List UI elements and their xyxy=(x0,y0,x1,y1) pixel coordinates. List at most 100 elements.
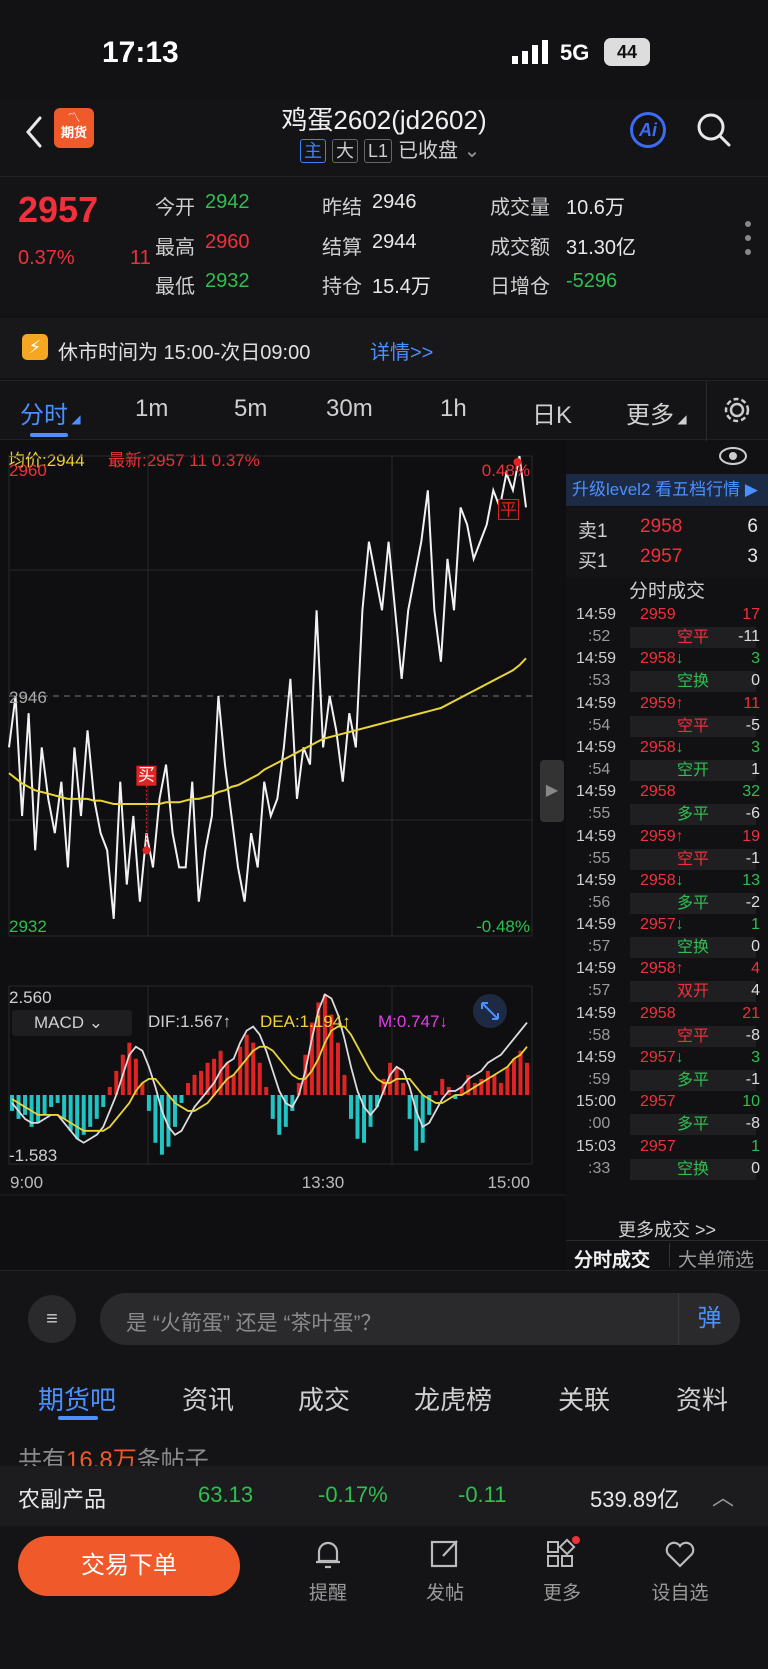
tab-profile[interactable]: 资料 xyxy=(676,1380,728,1417)
macd-bar xyxy=(505,1066,510,1095)
tab-daily-k[interactable]: 日K xyxy=(532,395,572,430)
intraday-chart[interactable]: 2960 2946 2932 0.48% -0.48% 买 平 2.560 -1.583 9:00… xyxy=(0,440,566,1270)
macd-bar xyxy=(348,1095,353,1119)
signal-icon xyxy=(512,40,550,69)
eye-icon xyxy=(719,447,747,465)
tab-intraday[interactable]: 分时 ◢ xyxy=(20,395,81,430)
trades-title: 分时成交 xyxy=(628,581,705,602)
trade-seconds: :33 xyxy=(588,1159,611,1177)
trade-price: 2959 xyxy=(640,606,708,624)
macd-bar xyxy=(62,1095,67,1119)
search-button[interactable] xyxy=(696,112,732,153)
trade-open-interest-change: 0 xyxy=(751,672,760,690)
macd-bar xyxy=(192,1074,197,1095)
trade-time: 14:59 xyxy=(576,606,617,623)
tab-time-sales[interactable]: 分时成交 xyxy=(574,1245,650,1272)
comment-input[interactable]: 是 “火箭蛋” 还是 “茶叶蛋”？ 弹 xyxy=(100,1293,740,1345)
trade-time: 14:59 xyxy=(576,871,617,889)
heart-icon xyxy=(665,1541,695,1568)
sector-bar[interactable]: 农副产品 63.13 -0.17% -0.11 539.89亿 ︿ xyxy=(0,1466,768,1526)
trade-open-interest-change: -5 xyxy=(745,716,760,734)
macd-bar xyxy=(23,1095,28,1115)
trade-order-button[interactable]: 交易下单 xyxy=(18,1536,240,1596)
more-button[interactable]: 更多 xyxy=(522,1526,602,1605)
alert-button[interactable]: 提醒 xyxy=(288,1526,368,1605)
notice-text: 休市时间为 15:00-次日09:00 xyxy=(58,342,311,364)
comment-placeholder: 是 “火箭蛋” 还是 “茶叶蛋”？ xyxy=(126,1312,382,1335)
macd-bar xyxy=(16,1095,21,1119)
level2-upgrade-banner[interactable]: 升级level2 看五档行情 ▶ xyxy=(566,474,768,506)
chevron-up-icon[interactable]: ︿ xyxy=(712,1480,734,1512)
trade-row: 14:59 :55 2959↑ 19 空平 -1 xyxy=(566,826,768,873)
sector-amount: 539.89亿 xyxy=(590,1487,680,1512)
trade-price-value: 2958 xyxy=(640,1004,676,1022)
macd-bar xyxy=(368,1095,373,1127)
sector-change-pct: -0.17% xyxy=(318,1482,388,1507)
dif-value: DIF:1.567↑ xyxy=(148,1012,232,1031)
trade-kind: 多平 xyxy=(630,804,756,826)
trade-kind: 空平 xyxy=(630,715,756,737)
tab-1h[interactable]: 1h xyxy=(440,395,467,423)
x-tick-label: 15:00 xyxy=(487,1173,530,1192)
macd-bar xyxy=(394,1066,399,1095)
post-count-prefix: 共有 xyxy=(18,1447,66,1466)
quote-field-value: 2960 xyxy=(205,231,250,253)
indicator-selector[interactable]: MACD ⌄ xyxy=(12,1010,132,1036)
visibility-button[interactable] xyxy=(718,444,748,473)
tab-intraday-label: 分时 xyxy=(20,402,68,429)
post-button[interactable]: 发帖 xyxy=(405,1526,485,1605)
tab-related[interactable]: 关联 xyxy=(558,1380,610,1417)
tab-large-orders[interactable]: 大单筛选 xyxy=(678,1245,754,1272)
trade-volume: 11 xyxy=(743,694,760,712)
indicator-name: MACD xyxy=(34,1013,85,1032)
watchlist-label: 设自选 xyxy=(651,1583,709,1604)
trade-time: 14:59 xyxy=(576,916,617,934)
macd-bar xyxy=(407,1095,412,1119)
trade-row: 14:59 :58 2958 21 空平 -8 xyxy=(566,1003,768,1050)
search-icon xyxy=(697,113,731,147)
macd-bar xyxy=(472,1082,477,1095)
tab-5m[interactable]: 5m xyxy=(234,395,267,423)
trade-direction: ↓ xyxy=(675,650,684,668)
trade-open-interest-change: 1 xyxy=(751,760,760,778)
change-value: 11 xyxy=(130,247,151,269)
macd-bar xyxy=(270,1095,275,1119)
market-status-row[interactable]: 主大 L1 已收盘 ⌄ xyxy=(300,134,480,163)
quote-field-value: -5296 xyxy=(566,270,618,292)
last-price: 2957 xyxy=(18,189,99,230)
notice-detail-link[interactable]: 详情>> xyxy=(370,336,433,365)
trade-time: 14:59 xyxy=(576,694,617,712)
trade-open-interest-change: -2 xyxy=(745,893,760,911)
trade-time: 15:00 xyxy=(576,1093,617,1111)
tab-news[interactable]: 资讯 xyxy=(182,1380,234,1417)
trade-time: 14:59 xyxy=(576,1004,617,1022)
more-dots-icon[interactable] xyxy=(744,219,752,259)
trade-time: 14:59 xyxy=(576,960,617,978)
ai-button[interactable]: Ai xyxy=(630,112,666,148)
trade-kind: 多平 xyxy=(630,1070,756,1091)
macd-bar xyxy=(81,1095,86,1135)
macd-bar xyxy=(146,1095,151,1111)
panel-toggle-button[interactable]: ▶ xyxy=(540,760,564,822)
trade-seconds: :57 xyxy=(588,938,611,956)
quote-field-label: 成交量 xyxy=(490,197,550,219)
tab-1m[interactable]: 1m xyxy=(135,395,168,423)
tab-dragon-tiger[interactable]: 龙虎榜 xyxy=(414,1380,492,1417)
add-watchlist-button[interactable]: 设自选 xyxy=(640,1526,720,1605)
macd-bar xyxy=(257,1062,262,1095)
settings-button[interactable] xyxy=(722,395,752,430)
trade-price: 2959↑ xyxy=(640,828,708,846)
danmaku-toggle-button[interactable]: 弹 xyxy=(678,1293,740,1345)
tab-more[interactable]: 更多 ◢ xyxy=(626,395,687,430)
macd-bar xyxy=(420,1095,425,1143)
trade-volume: 3 xyxy=(751,738,760,756)
tab-30m[interactable]: 30m xyxy=(326,395,373,423)
more-trades-link[interactable]: 更多成交 >> xyxy=(566,1216,768,1242)
macd-bar xyxy=(440,1078,445,1095)
macd-bar xyxy=(355,1095,360,1139)
macd-bar xyxy=(36,1095,41,1123)
trade-row: 14:59 :59 2957↓ 3 多平 -1 xyxy=(566,1047,768,1094)
tab-deals[interactable]: 成交 xyxy=(298,1380,350,1417)
danmaku-settings-icon[interactable]: ≡ xyxy=(28,1295,76,1343)
tab-forum[interactable]: 期货吧 xyxy=(38,1380,116,1417)
